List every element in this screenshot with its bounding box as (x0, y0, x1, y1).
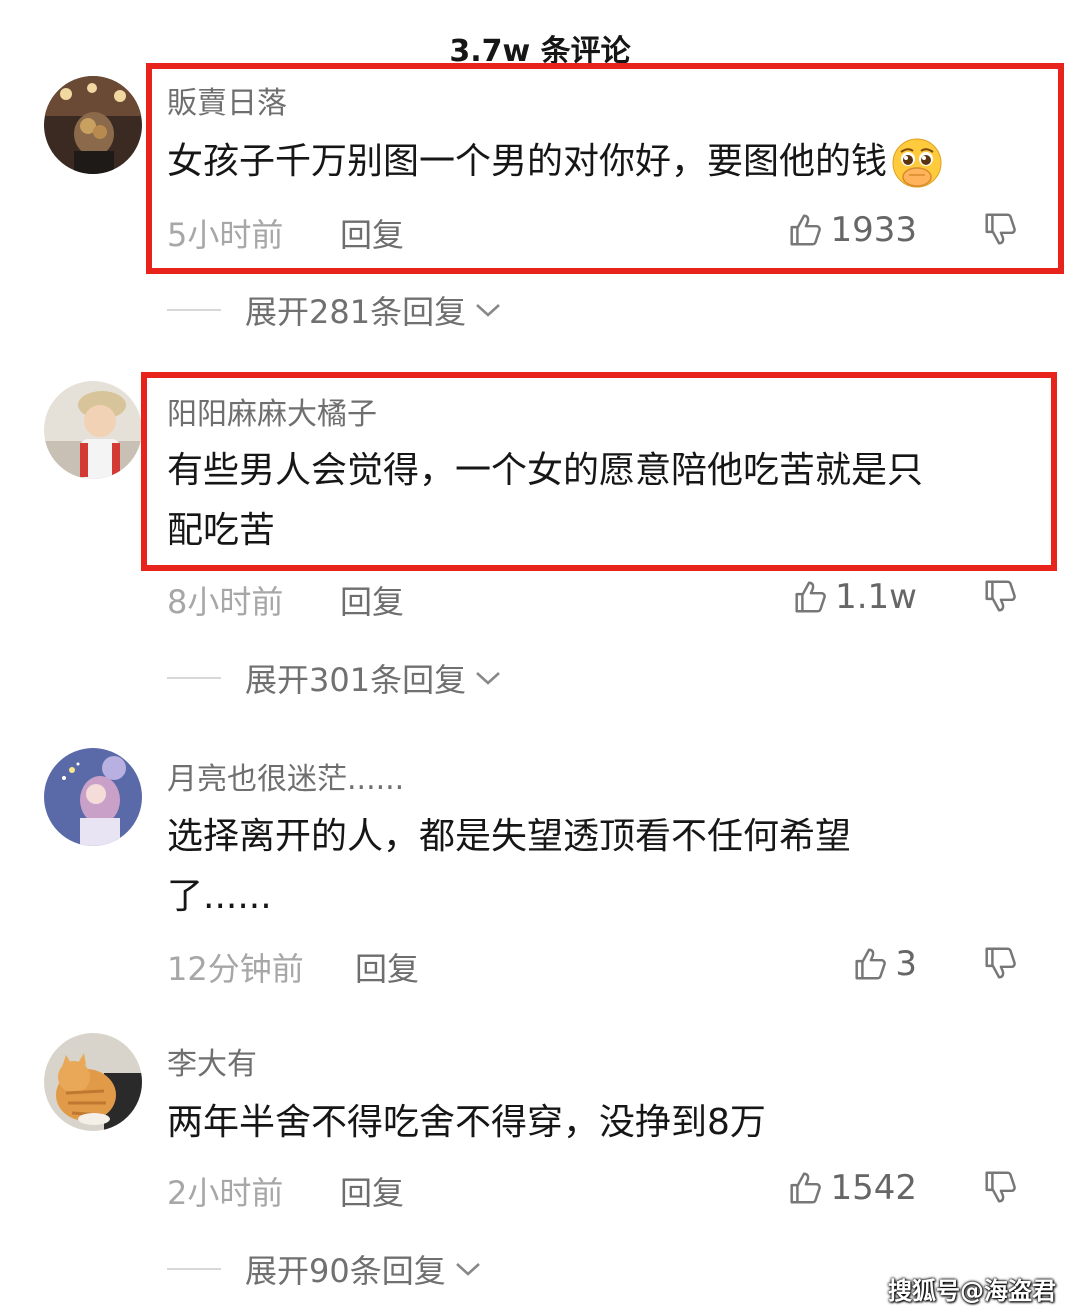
like-button[interactable]: 1933 (786, 210, 917, 250)
dislike-button[interactable] (981, 210, 1019, 252)
expand-replies-button[interactable]: 展开301条回复 (167, 656, 502, 700)
thumbs-up-icon (790, 214, 822, 246)
thumbs-down-icon (985, 580, 1016, 612)
avatar[interactable] (44, 748, 142, 846)
comment-time: 12分钟前 (167, 950, 304, 988)
thumbs-up-icon (855, 948, 887, 980)
expand-replies-button[interactable]: 展开281条回复 (167, 288, 502, 332)
chevron-down-icon (455, 1263, 480, 1276)
comment-text-line: 配吃苦 (167, 510, 276, 551)
comment-meta: 8小时前 回复 1.1w (167, 577, 1037, 621)
watermark: 搜狐号@海盗君 (888, 1277, 1056, 1305)
comment-text: 两年半舍不得吃舍不得穿，没挣到8万 (167, 1102, 766, 1143)
thumbs-up-icon (795, 581, 826, 613)
comment-text-line: 有些男人会觉得，一个女的愿意陪他吃苦就是只 (167, 450, 924, 491)
reply-button[interactable]: 回复 (340, 1168, 404, 1214)
comment-time: 8小时前 (167, 583, 284, 621)
expand-replies-label: 展开281条回复 (245, 293, 467, 331)
comment-text: 有些男人会觉得，一个女的愿意陪他吃苦就是只 配吃苦 (167, 441, 1037, 561)
comment-text-line: 选择离开的人，都是失望透顶看不任何希望 (167, 816, 852, 857)
thumbs-down-icon (985, 213, 1016, 245)
username[interactable]: 阳阳麻麻大橘子 (167, 389, 377, 433)
like-count: 1933 (830, 210, 917, 250)
thumbs-up-icon (790, 1172, 822, 1204)
comment-text-line: 女孩子千万别图一个男的对你好，要图他的钱 (167, 141, 888, 182)
pleading-face-covering-mouth-icon (889, 135, 945, 191)
divider (167, 677, 221, 679)
divider (167, 309, 221, 311)
reply-button[interactable]: 回复 (340, 577, 404, 623)
expand-replies-label: 展开90条回复 (245, 1252, 446, 1290)
chevron-down-icon (476, 304, 500, 317)
expand-replies-label: 展开301条回复 (245, 661, 467, 699)
thumbs-down-icon (985, 1171, 1016, 1203)
chevron-down-icon (476, 672, 500, 685)
avatar[interactable] (44, 1033, 142, 1131)
comment-meta: 2小时前 回复 1542 (167, 1168, 1037, 1212)
comment-text: 女孩子千万别图一个男的对你好，要图他的钱 (167, 132, 1037, 192)
like-button[interactable]: 1542 (786, 1168, 917, 1208)
reply-button[interactable]: 回复 (340, 210, 404, 256)
comment-count-title: 3.7w 条评论 (449, 34, 631, 69)
dislike-button[interactable] (981, 1168, 1019, 1210)
avatar[interactable] (44, 76, 142, 174)
reply-button[interactable]: 回复 (355, 944, 419, 990)
like-count: 1542 (830, 1168, 917, 1208)
avatar[interactable] (44, 381, 142, 479)
comment-time: 2小时前 (167, 1174, 284, 1212)
like-count: 3 (895, 944, 917, 984)
comment-time: 5小时前 (167, 216, 284, 254)
divider (167, 1268, 221, 1270)
dislike-button[interactable] (981, 577, 1019, 619)
username[interactable]: 販賣日落 (167, 78, 287, 122)
like-button[interactable]: 1.1w (791, 577, 917, 617)
username[interactable]: 李大有 (167, 1039, 257, 1083)
comment-meta: 5小时前 回复 1933 (167, 210, 1037, 254)
like-count: 1.1w (835, 577, 917, 617)
like-button[interactable]: 3 (851, 944, 917, 984)
dislike-button[interactable] (981, 944, 1019, 986)
comment-text-line: 了...... (167, 876, 272, 917)
expand-replies-button[interactable]: 展开90条回复 (167, 1247, 482, 1291)
thumbs-down-icon (985, 947, 1016, 979)
comment-meta: 12分钟前 回复 3 (167, 944, 1037, 988)
username[interactable]: 月亮也很迷茫...... (167, 754, 404, 798)
comment-text: 选择离开的人，都是失望透顶看不任何希望 了...... (167, 807, 1037, 927)
